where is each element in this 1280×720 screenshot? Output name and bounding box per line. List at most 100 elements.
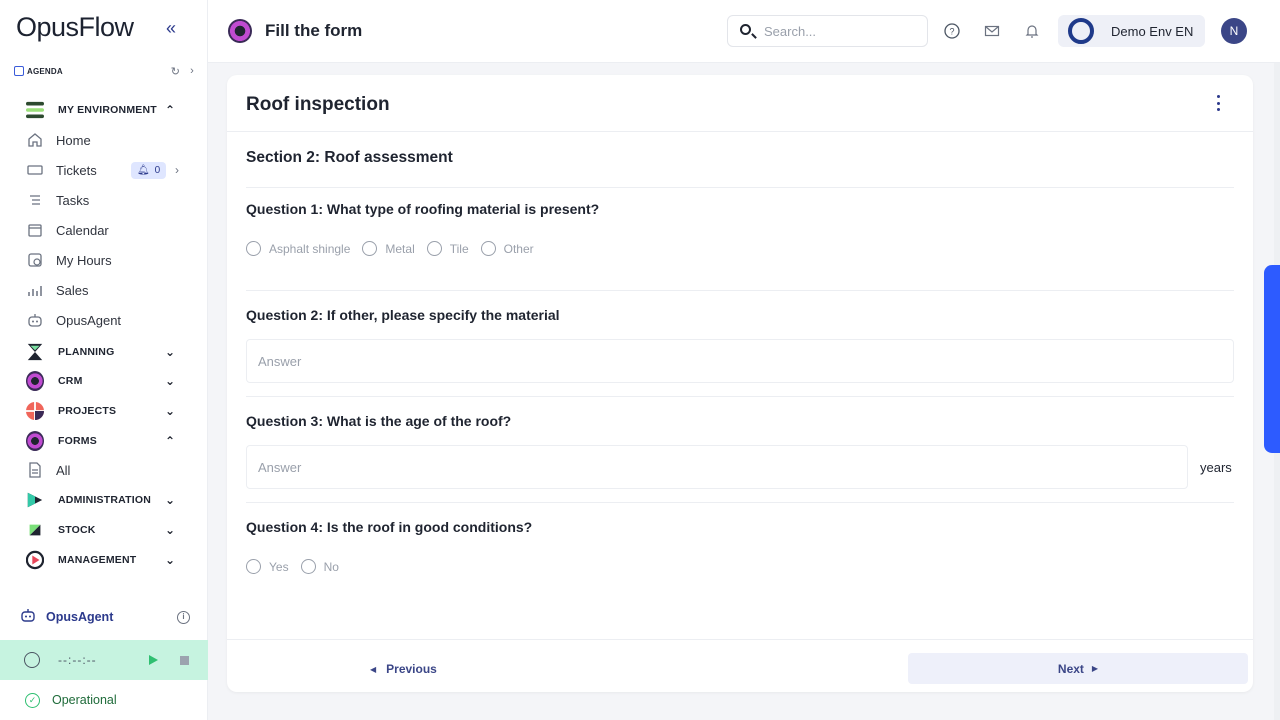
check-circle-icon: ✓ xyxy=(25,692,40,708)
next-label: Next xyxy=(1057,661,1084,676)
caret-right-icon: ▶ xyxy=(1091,664,1099,673)
chevron-down-icon[interactable]: ⌄ xyxy=(165,404,175,418)
answer-placeholder: Answer xyxy=(258,459,302,475)
ticket-icon xyxy=(26,161,44,179)
radio-other[interactable]: Other xyxy=(480,241,534,256)
document-icon xyxy=(26,461,44,479)
sidebar-item-all[interactable]: All xyxy=(0,455,208,485)
time-tracker: --:--:-- xyxy=(0,640,208,680)
question-3-answer-field[interactable]: Answer xyxy=(246,445,1188,489)
radio-circle-icon xyxy=(480,241,496,256)
chevron-up-icon[interactable]: ⌃ xyxy=(165,434,175,448)
timer-readout: --:--:-- xyxy=(58,653,97,667)
management-icon xyxy=(26,550,44,570)
chevron-down-icon[interactable]: ⌄ xyxy=(165,553,175,567)
sidebar-section-my-environment[interactable]: MY ENVIRONMENT ⌃ xyxy=(0,95,208,125)
sidebar-item-label: All xyxy=(56,462,71,478)
sidebar-item-tasks[interactable]: Tasks xyxy=(0,185,208,215)
radio-circle-icon xyxy=(300,559,316,574)
radio-asphalt-shingle[interactable]: Asphalt shingle xyxy=(246,241,350,256)
chevron-up-icon[interactable]: ⌃ xyxy=(165,103,175,117)
chevron-down-icon[interactable]: ⌄ xyxy=(165,493,175,507)
radio-metal[interactable]: Metal xyxy=(362,241,415,256)
agenda-header[interactable]: AGENDA ↻ › xyxy=(14,64,194,78)
sidebar-item-sales[interactable]: Sales xyxy=(0,275,208,305)
svg-text:?: ? xyxy=(949,27,954,37)
sidebar-section-management[interactable]: MANAGEMENT ⌄ xyxy=(0,545,208,575)
search-placeholder: Search... xyxy=(764,23,817,39)
help-icon[interactable]: ? xyxy=(944,23,960,39)
play-icon[interactable] xyxy=(149,655,158,665)
side-drawer-handle[interactable] xyxy=(1264,265,1280,453)
sidebar-section-label: PLANNING xyxy=(58,346,115,358)
more-options-icon[interactable] xyxy=(1215,95,1221,111)
calendar-icon xyxy=(14,66,24,76)
sidebar-item-calendar[interactable]: Calendar xyxy=(0,215,208,245)
agenda-label: AGENDA xyxy=(27,66,63,76)
info-icon[interactable]: i xyxy=(177,610,190,624)
chevron-down-icon[interactable]: ⌄ xyxy=(165,374,175,388)
caret-left-icon: ◀ xyxy=(370,664,377,674)
sidebar-section-projects[interactable]: PROJECTS ⌄ xyxy=(0,396,208,426)
sales-chart-icon xyxy=(26,281,44,299)
projects-icon xyxy=(26,402,44,420)
answer-placeholder: Answer xyxy=(258,353,302,369)
opusagent-label: OpusAgent xyxy=(46,610,114,624)
sidebar-item-label: Sales xyxy=(56,282,89,298)
sidebar-item-tickets[interactable]: Tickets 🔔︎ 0 › xyxy=(0,155,208,185)
robot-icon xyxy=(26,311,44,329)
crm-icon xyxy=(26,371,44,391)
next-button[interactable]: Next ▶ xyxy=(908,653,1248,684)
environment-logo-icon xyxy=(1068,18,1094,44)
sidebar-section-forms[interactable]: FORMS ⌃ xyxy=(0,426,208,456)
forms-icon xyxy=(228,19,252,43)
radio-yes[interactable]: Yes xyxy=(246,559,289,574)
form-card: Roof inspection Section 2: Roof assessme… xyxy=(227,75,1253,692)
bell-icon: 🔔︎ xyxy=(136,165,150,176)
question-2-answer-field[interactable]: Answer xyxy=(246,339,1234,383)
search-icon xyxy=(740,24,751,35)
section-title: Section 2: Roof assessment xyxy=(246,149,453,166)
divider xyxy=(246,502,1234,503)
system-status[interactable]: ✓ Operational xyxy=(0,685,208,715)
opusflow-logo: OpusFlow xyxy=(16,12,134,42)
refresh-icon[interactable]: ↻ xyxy=(171,65,180,78)
calendar-icon xyxy=(26,221,44,239)
previous-button[interactable]: ◀ Previous xyxy=(370,659,437,679)
question-4-options: Yes No xyxy=(246,559,351,574)
sidebar-section-planning[interactable]: PLANNING ⌄ xyxy=(0,337,208,367)
sidebar-section-label: CRM xyxy=(58,375,83,387)
tickets-badge: 🔔︎ 0 xyxy=(131,162,166,179)
collapse-sidebar-button[interactable]: « xyxy=(166,18,176,39)
avatar[interactable]: N xyxy=(1221,18,1247,44)
radio-circle-icon xyxy=(246,241,261,256)
sidebar-section-administration[interactable]: ADMINISTRATION ⌄ xyxy=(0,485,208,515)
chevron-down-icon[interactable]: ⌄ xyxy=(165,345,175,359)
question-3-label: Question 3: What is the age of the roof? xyxy=(246,413,512,429)
robot-icon xyxy=(20,607,36,628)
radio-no[interactable]: No xyxy=(300,559,339,574)
sidebar-item-opusagent[interactable]: OpusAgent xyxy=(0,305,208,335)
stop-icon[interactable] xyxy=(180,655,189,665)
sidebar-item-label: Tickets xyxy=(56,162,97,178)
chevron-right-icon[interactable]: › xyxy=(175,163,179,177)
sidebar-item-home[interactable]: Home xyxy=(0,125,208,155)
sidebar-item-my-hours[interactable]: My Hours xyxy=(0,245,208,275)
chevron-down-icon[interactable]: ⌄ xyxy=(165,523,175,537)
environment-label: Demo Env EN xyxy=(1111,23,1194,39)
environment-switcher[interactable]: Demo Env EN xyxy=(1058,15,1205,47)
opusagent-panel[interactable]: OpusAgent i xyxy=(0,602,208,632)
radio-tile[interactable]: Tile xyxy=(426,241,469,256)
stopwatch-icon xyxy=(24,652,40,668)
divider xyxy=(246,187,1234,188)
administration-icon xyxy=(26,491,44,509)
chevron-right-icon[interactable]: › xyxy=(190,65,194,78)
sidebar-section-crm[interactable]: CRM ⌄ xyxy=(0,366,208,396)
top-header: Fill the form Search... ? Demo Env EN N xyxy=(208,0,1280,63)
sidebar-section-stock[interactable]: STOCK ⌄ xyxy=(0,515,208,545)
bell-icon[interactable] xyxy=(1024,23,1040,39)
planning-icon xyxy=(26,343,44,361)
sidebar-section-label: MY ENVIRONMENT xyxy=(58,104,157,116)
search-input[interactable]: Search... xyxy=(727,15,928,47)
mail-icon[interactable] xyxy=(984,23,1000,39)
